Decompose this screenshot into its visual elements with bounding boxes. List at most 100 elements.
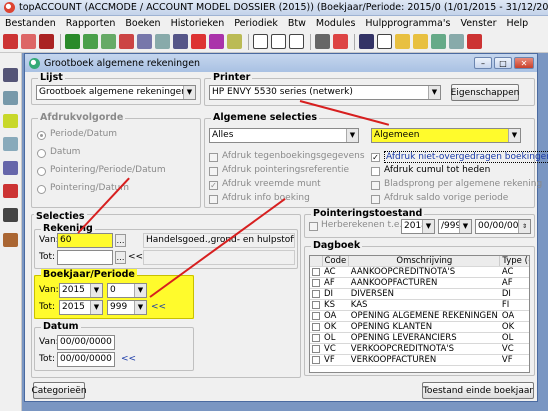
menu-periodiek[interactable]: Periodiek bbox=[229, 18, 283, 29]
row-checkbox[interactable] bbox=[310, 354, 322, 366]
table-row[interactable]: AC AANKOOPCREDITNOTA'S AC bbox=[310, 266, 529, 278]
categorieen-button[interactable]: Categorieën bbox=[31, 382, 87, 399]
layout-icon[interactable] bbox=[173, 34, 188, 49]
menu-hulpprogrammas[interactable]: Hulpprogramma's bbox=[360, 18, 455, 29]
chk-pointeringsreferentie[interactable] bbox=[209, 167, 218, 176]
menu-historieken[interactable]: Historieken bbox=[166, 18, 230, 29]
selectie-type-select[interactable]: Alles ▼ bbox=[209, 128, 359, 143]
pointering-year-select[interactable]: 2018 ▼ bbox=[401, 219, 435, 234]
row-checkbox[interactable] bbox=[310, 321, 322, 333]
folder-open-icon[interactable] bbox=[413, 34, 428, 49]
help-icon[interactable] bbox=[467, 34, 482, 49]
doc-icon[interactable] bbox=[253, 34, 268, 49]
arrow-green3-icon[interactable] bbox=[101, 34, 116, 49]
e-icon[interactable] bbox=[377, 34, 392, 49]
chk-herberekenen[interactable] bbox=[309, 222, 318, 231]
network-icon[interactable] bbox=[3, 233, 18, 247]
rekening-van-input[interactable]: 60 bbox=[57, 233, 113, 248]
pointering-period-select[interactable]: /999 ▼ bbox=[438, 219, 472, 234]
book-dark-icon[interactable] bbox=[39, 34, 54, 49]
maximize-button[interactable]: □ bbox=[494, 57, 512, 69]
pointering-date-input[interactable]: 00/00/0000 ⇕ bbox=[475, 219, 531, 234]
code-column-header[interactable]: Code bbox=[322, 256, 350, 267]
row-checkbox[interactable] bbox=[310, 332, 322, 344]
menu-venster[interactable]: Venster bbox=[455, 18, 501, 29]
minimize-button[interactable]: – bbox=[474, 57, 492, 69]
book-pink-icon[interactable] bbox=[21, 34, 36, 49]
table-row[interactable]: OL OPENING LEVERANCIERS OL bbox=[310, 332, 529, 344]
book-icon[interactable] bbox=[3, 184, 18, 198]
table-row[interactable]: VC VERKOOPCREDITNOTA'S VC bbox=[310, 343, 529, 355]
datum-tot-input[interactable]: 00/00/0000 bbox=[57, 352, 115, 367]
search-icon[interactable] bbox=[431, 34, 446, 49]
rekening-tot-lookup-button[interactable]: … bbox=[115, 251, 126, 264]
chk-tegenboeking[interactable] bbox=[209, 153, 218, 162]
menu-modules[interactable]: Modules bbox=[311, 18, 361, 29]
menu-help[interactable]: Help bbox=[502, 18, 534, 29]
table-row[interactable]: OK OPENING KLANTEN OK bbox=[310, 321, 529, 333]
search-highlight-icon[interactable] bbox=[3, 114, 18, 128]
table-row[interactable]: VF VERKOOPFACTUREN VF bbox=[310, 354, 529, 366]
menu-bestanden[interactable]: Bestanden bbox=[0, 18, 61, 29]
tools-icon[interactable] bbox=[155, 34, 170, 49]
table-row[interactable]: AF AANKOOPFACTUREN AF bbox=[310, 277, 529, 289]
radio-pointering-periode-datum[interactable] bbox=[37, 167, 46, 176]
doc2-icon[interactable] bbox=[271, 34, 286, 49]
rekening-categorie-select[interactable]: Algemeen ▼ bbox=[371, 128, 521, 143]
radio-pointering-datum[interactable] bbox=[37, 185, 46, 194]
tools2-icon[interactable] bbox=[449, 34, 464, 49]
datum-back-button[interactable]: << bbox=[121, 354, 136, 364]
pin-icon[interactable] bbox=[191, 34, 206, 49]
boekjaar-van-year[interactable]: 2015 ▼ bbox=[59, 283, 103, 298]
table-row[interactable]: DI DIVERSEN DI bbox=[310, 288, 529, 300]
mail-icon[interactable] bbox=[3, 208, 18, 222]
type-column-header[interactable]: Type (+ bbox=[499, 256, 529, 267]
table-row[interactable]: KS KAS FI bbox=[310, 299, 529, 311]
menu-btw[interactable]: Btw bbox=[283, 18, 311, 29]
menu-rapporten[interactable]: Rapporten bbox=[61, 18, 121, 29]
row-checkbox[interactable] bbox=[310, 266, 322, 278]
chart-icon[interactable] bbox=[3, 161, 18, 175]
rekening-tot-input[interactable] bbox=[57, 250, 113, 265]
chk-cumul[interactable] bbox=[371, 167, 380, 176]
radio-datum[interactable] bbox=[37, 149, 46, 158]
help-circle-icon[interactable] bbox=[333, 34, 348, 49]
arrow-green-icon[interactable] bbox=[65, 34, 80, 49]
row-checkbox[interactable] bbox=[310, 310, 322, 322]
refresh-icon[interactable] bbox=[209, 34, 224, 49]
chk-vreemde-munt[interactable]: ✓ bbox=[209, 181, 218, 190]
grid-icon[interactable] bbox=[3, 68, 18, 82]
folder-icon[interactable] bbox=[395, 34, 410, 49]
omschrijving-column-header[interactable]: Omschrijving bbox=[348, 256, 501, 267]
toestand-einde-boekjaar-button[interactable]: Toestand einde boekjaar bbox=[422, 382, 534, 399]
lijst-select[interactable]: Grootboek algemene rekeningen ▼ bbox=[36, 85, 196, 100]
close-button[interactable]: ✕ bbox=[514, 57, 534, 69]
boekjaar-van-period[interactable]: 0 ▼ bbox=[107, 283, 147, 298]
chk-bladsprong[interactable] bbox=[371, 181, 380, 190]
rekening-back-button[interactable]: << bbox=[128, 252, 143, 262]
play-icon[interactable] bbox=[227, 34, 242, 49]
list-icon[interactable] bbox=[289, 34, 304, 49]
table-row[interactable]: OA OPENING ALGEMENE REKENINGEN OA bbox=[310, 310, 529, 322]
stop-icon[interactable] bbox=[359, 34, 374, 49]
drive-icon[interactable] bbox=[3, 137, 18, 151]
datum-van-input[interactable]: 00/00/0000 bbox=[57, 335, 115, 350]
arrow-red-icon[interactable] bbox=[119, 34, 134, 49]
row-checkbox[interactable] bbox=[310, 343, 322, 355]
row-checkbox[interactable] bbox=[310, 288, 322, 300]
printer-select[interactable]: HP ENVY 5530 series (netwerk) ▼ bbox=[209, 85, 441, 100]
rekening-van-lookup-button[interactable]: … bbox=[115, 234, 126, 247]
eigenschappen-button[interactable]: Eigenschappen bbox=[451, 84, 519, 101]
chk-niet-overgedragen[interactable]: ✓ bbox=[371, 153, 380, 162]
row-checkbox[interactable] bbox=[310, 299, 322, 311]
radio-periode-datum[interactable] bbox=[37, 131, 46, 140]
arrow-green2-icon[interactable] bbox=[83, 34, 98, 49]
chk-info-boeking[interactable] bbox=[209, 195, 218, 204]
binoculars-icon[interactable] bbox=[315, 34, 330, 49]
boekjaar-tot-year[interactable]: 2015 ▼ bbox=[59, 300, 103, 315]
menu-boeken[interactable]: Boeken bbox=[120, 18, 165, 29]
boekjaar-tot-period[interactable]: 999 ▼ bbox=[107, 300, 147, 315]
row-checkbox[interactable] bbox=[310, 277, 322, 289]
edit-icon[interactable] bbox=[3, 91, 18, 105]
boekjaar-back-button[interactable]: << bbox=[151, 302, 166, 312]
